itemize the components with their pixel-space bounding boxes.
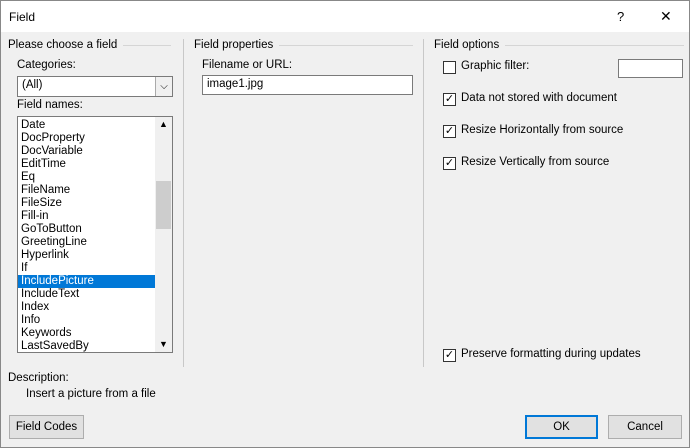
field-name-item[interactable]: Fill-in	[18, 210, 172, 223]
graphic-filter-label: Graphic filter:	[461, 60, 530, 72]
field-codes-button[interactable]: Field Codes	[9, 415, 84, 439]
options-heading: Field options	[434, 39, 500, 51]
close-icon[interactable]: ✕	[660, 8, 672, 25]
resize-horizontally-label: Resize Horizontally from source	[461, 124, 624, 136]
properties-heading: Field properties	[194, 39, 274, 51]
description-label: Description:	[8, 372, 69, 384]
field-name-item[interactable]: Info	[18, 314, 172, 327]
filename-input[interactable]: image1.jpg	[202, 75, 413, 95]
help-button[interactable]: ?	[617, 9, 624, 24]
data-not-stored-label: Data not stored with document	[461, 92, 617, 104]
field-name-item[interactable]: Eq	[18, 171, 172, 184]
field-name-item[interactable]: DocProperty	[18, 132, 172, 145]
field-name-item[interactable]: GoToButton	[18, 223, 172, 236]
field-name-item[interactable]: If	[18, 262, 172, 275]
field-name-item[interactable]: Keywords	[18, 327, 172, 340]
field-names-label: Field names:	[17, 99, 83, 111]
divider	[183, 39, 184, 367]
scrollbar[interactable]: ▲ ▼	[155, 117, 172, 352]
scroll-up-icon[interactable]: ▲	[159, 119, 168, 129]
graphic-filter-input[interactable]	[618, 59, 683, 78]
field-name-item[interactable]: EditTime	[18, 158, 172, 171]
data-not-stored-checkbox[interactable]: ✓	[443, 93, 456, 106]
field-name-item[interactable]: IncludePicture	[18, 275, 172, 288]
ok-button[interactable]: OK	[525, 415, 598, 439]
description-text: Insert a picture from a file	[26, 388, 156, 400]
resize-vertically-checkbox[interactable]: ✓	[443, 157, 456, 170]
categories-select[interactable]: (All) ⌵	[17, 76, 173, 97]
title-bar: Field ? ✕	[1, 1, 689, 32]
field-name-item[interactable]: Index	[18, 301, 172, 314]
filename-label: Filename or URL:	[202, 59, 293, 71]
categories-label: Categories:	[17, 59, 76, 71]
chevron-down-icon[interactable]: ⌵	[155, 77, 172, 96]
field-names-list[interactable]: Date DocProperty DocVariable EditTime Eq File…	[17, 116, 173, 353]
field-dialog: Field ? ✕ Please choose a field Categori…	[0, 0, 690, 448]
dialog-title: Field	[9, 10, 36, 24]
graphic-filter-checkbox[interactable]	[443, 61, 456, 74]
divider	[423, 39, 424, 367]
field-name-item[interactable]: FileName	[18, 184, 172, 197]
scrollbar-thumb[interactable]	[156, 181, 171, 229]
scroll-down-icon[interactable]: ▼	[159, 339, 168, 349]
field-name-item[interactable]: Hyperlink	[18, 249, 172, 262]
preserve-formatting-checkbox[interactable]: ✓	[443, 349, 456, 362]
resize-horizontally-checkbox[interactable]: ✓	[443, 125, 456, 138]
preserve-formatting-label: Preserve formatting during updates	[461, 348, 641, 360]
field-name-item[interactable]: Date	[18, 119, 172, 132]
field-name-item[interactable]: DocVariable	[18, 145, 172, 158]
field-name-item[interactable]: FileSize	[18, 197, 172, 210]
cancel-button[interactable]: Cancel	[608, 415, 682, 439]
choose-heading: Please choose a field	[8, 39, 118, 51]
field-name-item[interactable]: IncludeText	[18, 288, 172, 301]
categories-value: (All)	[22, 79, 43, 91]
field-name-item[interactable]: LastSavedBy	[18, 340, 172, 352]
resize-vertically-label: Resize Vertically from source	[461, 156, 610, 168]
field-name-item[interactable]: GreetingLine	[18, 236, 172, 249]
